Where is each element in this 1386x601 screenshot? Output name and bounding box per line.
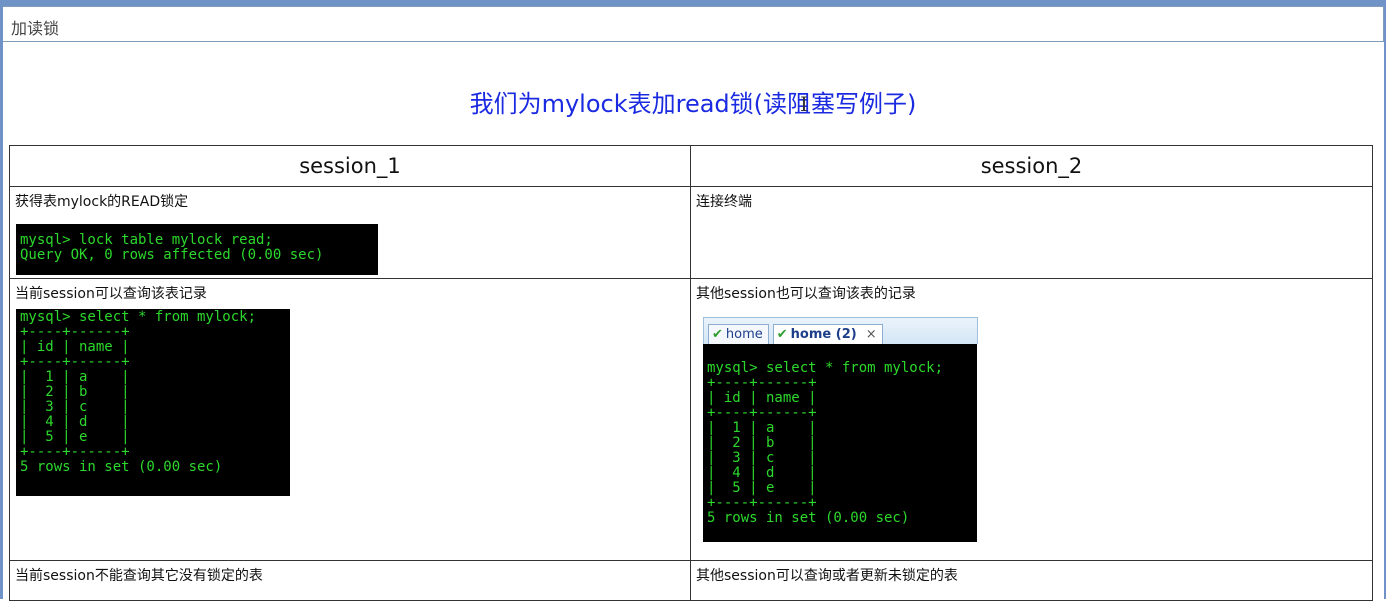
header-session-1: session_1 bbox=[9, 145, 691, 187]
cell-label: 其他session可以查询或者更新未锁定的表 bbox=[696, 568, 958, 584]
tab-label: home bbox=[725, 327, 763, 342]
section-header[interactable]: 加读锁 bbox=[3, 6, 1384, 42]
tab-home[interactable]: ✔ home bbox=[708, 324, 769, 344]
cell-label: 连接终端 bbox=[696, 194, 752, 210]
cell-session-1: 获得表mylock的READ锁定 mysql> lock table myloc… bbox=[9, 186, 691, 279]
cell-session-2: 其他session可以查询或者更新未锁定的表 bbox=[690, 560, 1373, 601]
cell-session-1: 当前session不能查询其它没有锁定的表 bbox=[9, 560, 691, 601]
cell-session-2: 连接终端 bbox=[690, 186, 1373, 279]
table-row: 当前session不能查询其它没有锁定的表 其他session可以查询或者更新未… bbox=[9, 560, 1373, 601]
check-icon: ✔ bbox=[712, 327, 723, 342]
page-title: 我们为mylock表加read锁(读阻塞写例子) bbox=[469, 90, 917, 118]
tab-home-2[interactable]: ✔ home (2) × bbox=[772, 324, 883, 344]
text-cursor-icon: I bbox=[800, 92, 808, 116]
table-header-row: session_1 session_2 bbox=[9, 145, 1373, 187]
cell-label: 其他session也可以查询该表的记录 bbox=[696, 286, 916, 302]
cell-session-2: 其他session也可以查询该表的记录 ✔ home ✔ home (2) × … bbox=[690, 278, 1373, 561]
terminal-output: mysql> lock table mylock read; Query OK,… bbox=[16, 224, 378, 275]
cell-session-1: 当前session可以查询该表记录 mysql> select * from m… bbox=[9, 278, 691, 561]
check-icon: ✔ bbox=[776, 327, 788, 342]
section-title: 加读锁 bbox=[11, 19, 60, 38]
terminal-tab-bar: ✔ home ✔ home (2) × bbox=[703, 317, 978, 344]
table-row: 获得表mylock的READ锁定 mysql> lock table myloc… bbox=[9, 186, 1373, 279]
header-session-2: session_2 bbox=[690, 145, 1373, 187]
cell-label: 当前session不能查询其它没有锁定的表 bbox=[15, 568, 263, 584]
table-row: 当前session可以查询该表记录 mysql> select * from m… bbox=[9, 278, 1373, 561]
tab-label: home (2) bbox=[790, 327, 857, 342]
cell-label: 获得表mylock的READ锁定 bbox=[15, 194, 189, 210]
comparison-table: session_1 session_2 获得表mylock的READ锁定 mys… bbox=[9, 145, 1373, 601]
terminal-window: ✔ home ✔ home (2) × mysql> select * from… bbox=[703, 317, 978, 542]
cell-label: 当前session可以查询该表记录 bbox=[15, 286, 207, 302]
terminal-output: mysql> select * from mylock; +----+-----… bbox=[16, 309, 290, 496]
close-icon[interactable]: × bbox=[866, 327, 877, 342]
terminal-output: mysql> select * from mylock; +----+-----… bbox=[703, 344, 977, 542]
